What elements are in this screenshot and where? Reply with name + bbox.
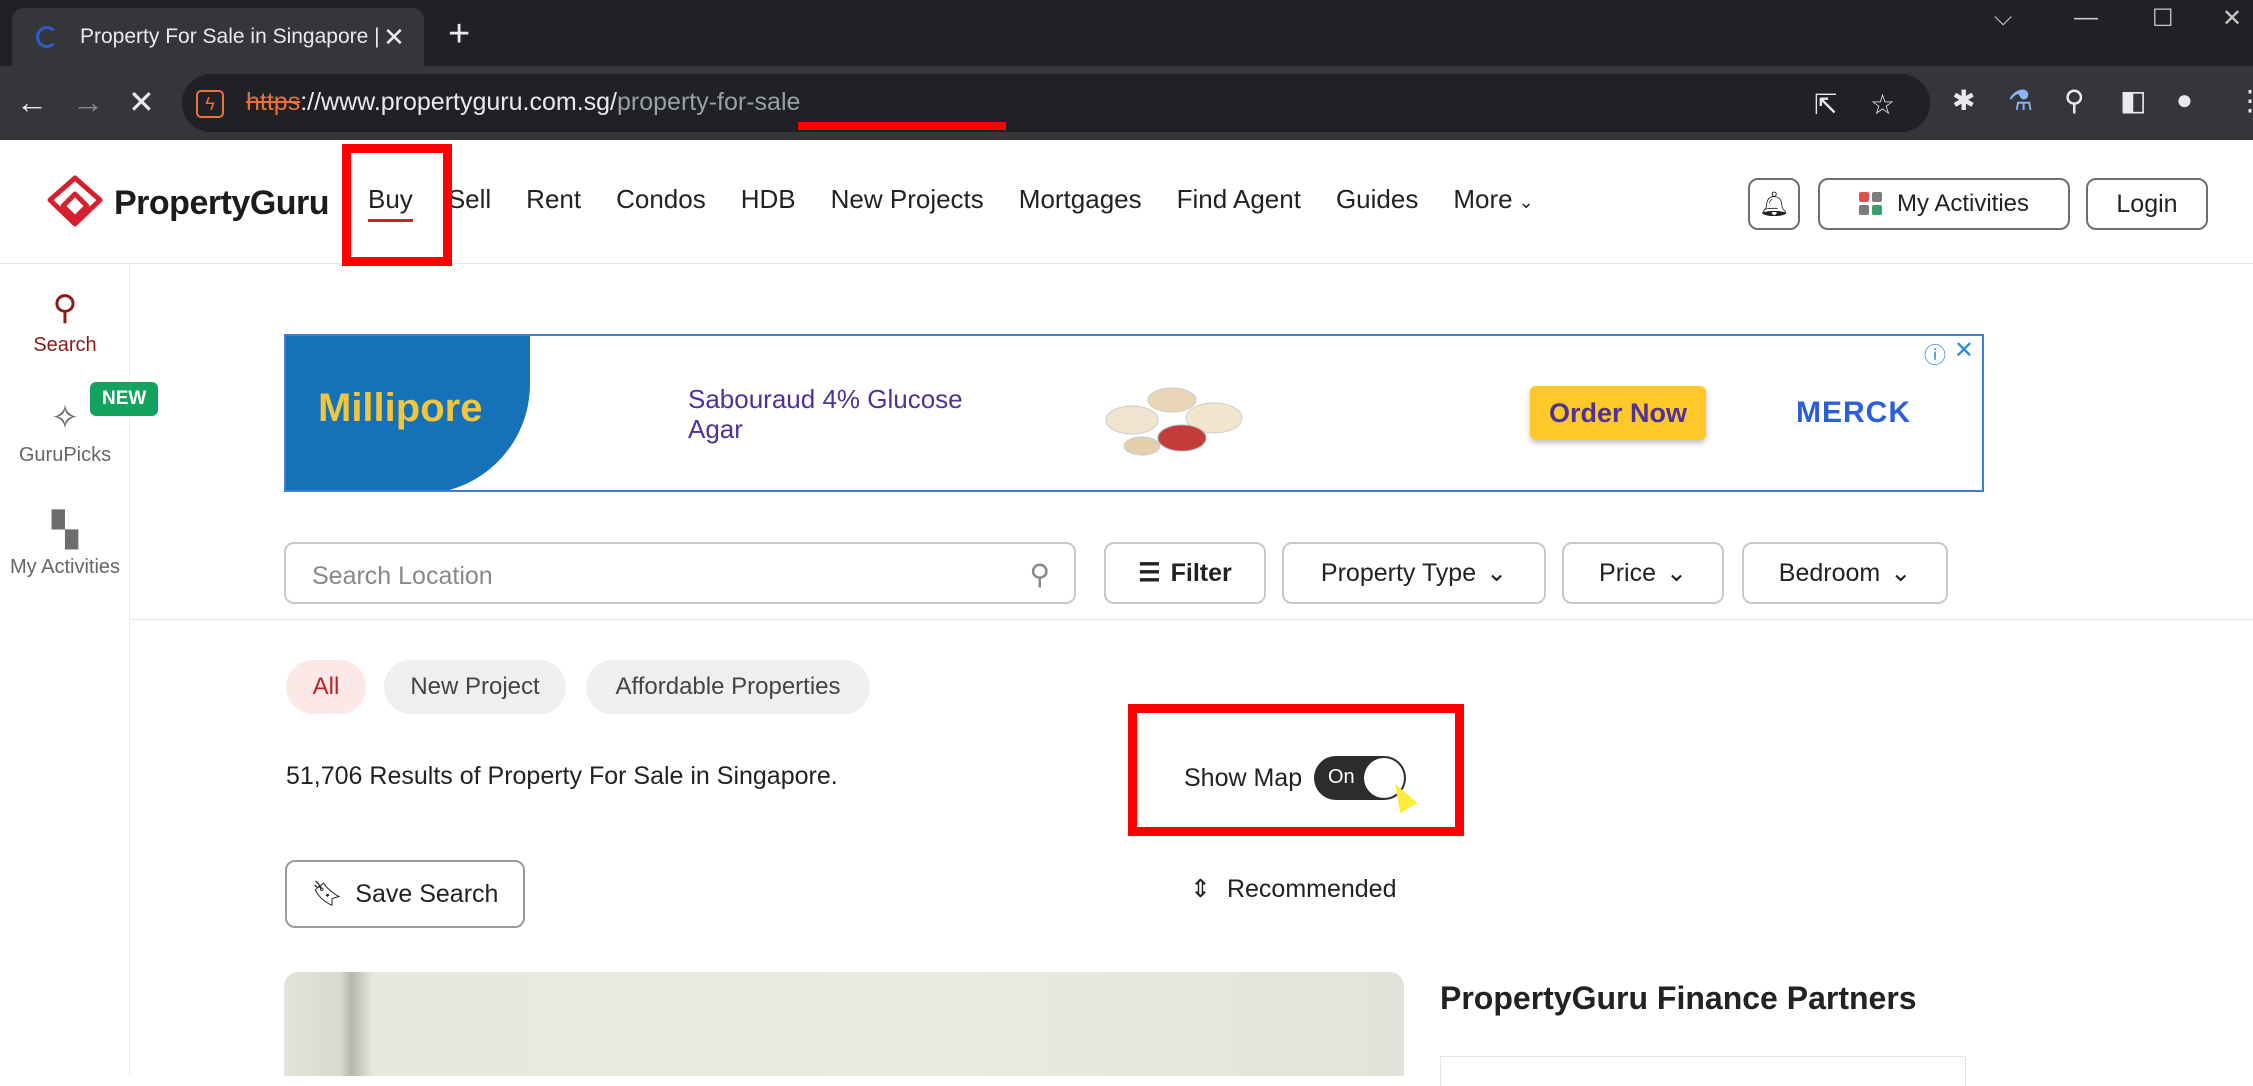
share-icon[interactable]: ⇱	[1814, 88, 1837, 121]
ad-info-icon[interactable]: ⓘ	[1924, 338, 1946, 370]
activities-icon	[1858, 192, 1883, 216]
sliders-icon: ☰	[1138, 559, 1161, 587]
rail-search-label: Search	[33, 334, 97, 356]
chevron-down-icon: ⌄	[1518, 192, 1534, 212]
chevron-down-icon: ⌄	[1486, 559, 1508, 587]
activities-grid-icon: ▚	[51, 511, 79, 549]
search-location-input[interactable]: Search Location ⚲	[284, 542, 1076, 604]
browser-tab-bar: Property For Sale in Singapore | ✕ + ⌵ —…	[0, 0, 2253, 66]
site-header: PropertyGuru Buy Sell Rent Condos HDB Ne…	[0, 140, 2253, 264]
propertyguru-logo[interactable]: PropertyGuru	[44, 174, 330, 232]
nav-rent[interactable]: Rent	[526, 184, 581, 222]
search-icon: ⚲	[52, 289, 78, 327]
price-dropdown[interactable]: Price ⌄	[1562, 542, 1724, 604]
forward-icon[interactable]: →	[72, 84, 104, 120]
nav-new-projects[interactable]: New Projects	[831, 184, 984, 222]
loading-spinner-icon	[36, 26, 58, 48]
maximize-icon[interactable]: ☐	[2152, 4, 2174, 33]
nav-condos[interactable]: Condos	[616, 184, 706, 222]
close-window-icon[interactable]: ✕	[2222, 4, 2242, 33]
nav-more[interactable]: More ⌄	[1453, 184, 1533, 222]
url-text[interactable]: https://www.propertyguru.com.sg/property…	[246, 88, 800, 117]
rail-activities-label: My Activities	[9, 556, 121, 578]
chip-affordable-properties[interactable]: Affordable Properties	[586, 660, 870, 714]
ad-brand-panel: Millipore	[286, 336, 530, 490]
show-map-highlight-annotation	[1128, 704, 1464, 836]
bedroom-dropdown[interactable]: Bedroom ⌄	[1742, 542, 1948, 604]
notification-bell-button[interactable]: 🔔︎	[1748, 178, 1800, 230]
address-bar[interactable]: ϟ https://www.propertyguru.com.sg/proper…	[182, 74, 1930, 132]
extensions-icon[interactable]: ✱	[1952, 84, 1975, 117]
nav-mortgages[interactable]: Mortgages	[1019, 184, 1142, 222]
logo-text: PropertyGuru	[114, 183, 330, 222]
save-search-label: Save Search	[355, 879, 499, 908]
results-count: 51,706 Results of Property For Sale in S…	[286, 762, 838, 790]
search-filter-bar: Search Location ⚲ ☰ Filter Property Type…	[130, 524, 2253, 620]
tab-search-chevron-icon[interactable]: ⌵	[1994, 4, 2012, 32]
property-type-dropdown[interactable]: Property Type ⌄	[1282, 542, 1546, 604]
profile-icon[interactable]: ●	[2176, 84, 2193, 116]
left-rail: ⚲ Search NEW ✧ GuruPicks ▚ My Activities	[0, 264, 159, 1076]
listing-image[interactable]	[284, 972, 1404, 1076]
price-label: Price	[1599, 558, 1656, 587]
chevron-down-icon: ⌄	[1890, 559, 1912, 587]
ad-order-now-button[interactable]: Order Now	[1530, 386, 1706, 440]
buy-highlight-annotation	[342, 144, 452, 266]
bookmark-star-icon[interactable]: ☆	[1870, 88, 1895, 121]
nav-find-agent[interactable]: Find Agent	[1177, 184, 1301, 222]
filter-button[interactable]: ☰ Filter	[1104, 542, 1266, 604]
rail-gurupicks[interactable]: ✧ GuruPicks	[0, 398, 130, 467]
rail-search[interactable]: ⚲ Search	[0, 288, 130, 357]
sparkle-icon: ✧	[50, 399, 80, 437]
property-type-label: Property Type	[1320, 558, 1477, 587]
my-activities-button[interactable]: My Activities	[1818, 178, 2070, 230]
not-secure-icon[interactable]: ϟ	[196, 90, 224, 118]
sort-dropdown[interactable]: ⇕ Recommended	[1190, 874, 1396, 904]
url-underline-annotation	[798, 122, 1006, 130]
sort-label: Recommended	[1226, 874, 1397, 903]
rail-gurupicks-label: GuruPicks	[18, 444, 112, 466]
bedroom-label: Bedroom	[1778, 558, 1881, 587]
chip-new-project[interactable]: New Project	[384, 660, 566, 714]
my-activities-label: My Activities	[1896, 190, 2030, 217]
bookmark-icon: 🔖︎	[311, 879, 344, 908]
chip-all[interactable]: All	[286, 660, 366, 714]
browser-toolbar: ← → ✕ ϟ https://www.propertyguru.com.sg/…	[0, 66, 2253, 140]
main-nav: Buy Sell Rent Condos HDB New Projects Mo…	[368, 184, 1569, 222]
search-icon: ⚲	[1029, 559, 1050, 590]
stop-loading-icon[interactable]: ✕	[128, 84, 155, 120]
login-button[interactable]: Login	[2086, 178, 2208, 230]
ad-product: Sabouraud 4% Glucose Agar	[688, 384, 963, 444]
minimize-icon[interactable]: —	[2074, 4, 2098, 32]
advertisement-banner[interactable]: Millipore Sabouraud 4% Glucose Agar Orde…	[284, 334, 1984, 492]
rail-my-activities[interactable]: ▚ My Activities	[0, 510, 130, 579]
labs-flask-icon[interactable]: ⚗	[2008, 84, 2033, 117]
bell-icon: 🔔︎	[1758, 190, 1790, 218]
menu-icon[interactable]: ⋮	[2236, 84, 2253, 117]
filter-label: Filter	[1170, 558, 1232, 587]
tab-title: Property For Sale in Singapore |	[80, 25, 380, 48]
finance-partners-heading: PropertyGuru Finance Partners	[1440, 980, 1917, 1016]
search-placeholder: Search Location	[312, 562, 493, 590]
close-tab-icon[interactable]: ✕	[380, 22, 408, 53]
nav-guides[interactable]: Guides	[1336, 184, 1418, 222]
ad-close-icon[interactable]: ✕	[1954, 336, 1974, 365]
nav-sell[interactable]: Sell	[448, 184, 491, 222]
new-tab-icon[interactable]: +	[448, 14, 470, 54]
petri-dishes-image	[1105, 387, 1243, 456]
sort-arrows-icon: ⇕	[1190, 875, 1211, 903]
side-panel-icon[interactable]: ◧	[2120, 84, 2146, 117]
zoom-icon[interactable]: ⚲	[2064, 84, 2085, 117]
nav-more-label: More	[1453, 184, 1513, 214]
finance-partner-card[interactable]	[1440, 1056, 1966, 1086]
logo-house-icon	[47, 175, 103, 227]
ad-sponsor: MERCK	[1796, 396, 1911, 429]
browser-tab[interactable]: Property For Sale in Singapore | ✕	[12, 8, 424, 66]
nav-hdb[interactable]: HDB	[741, 184, 796, 222]
back-icon[interactable]: ←	[16, 84, 48, 120]
save-search-button[interactable]: 🔖︎ Save Search	[285, 860, 525, 928]
ad-brand: Millipore	[318, 386, 483, 430]
chevron-down-icon: ⌄	[1666, 559, 1687, 587]
